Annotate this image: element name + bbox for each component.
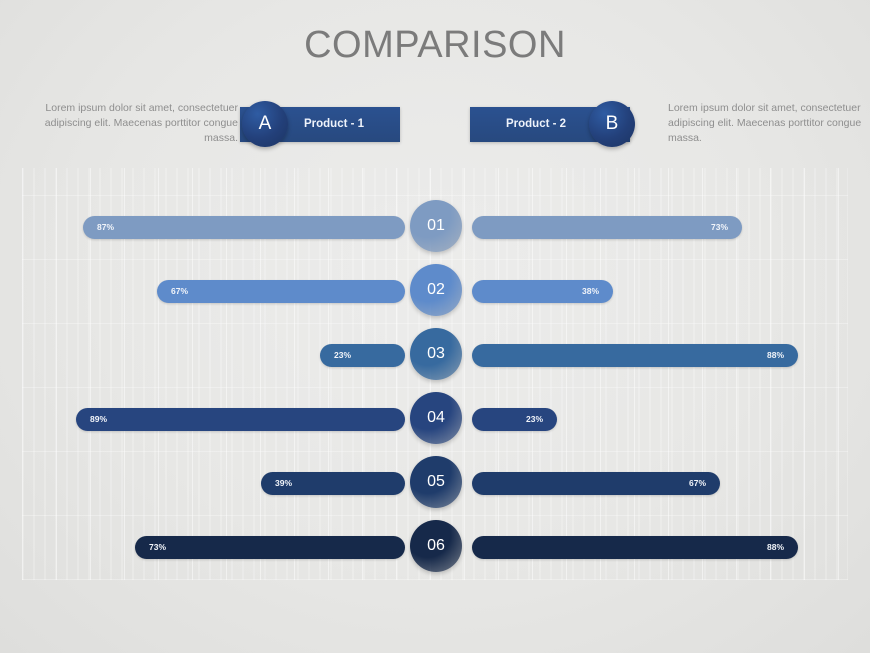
comparison-row: 87% 73% 01 [0, 200, 870, 264]
comparison-row: 73% 88% 06 [0, 520, 870, 584]
bar-right-value: 23% [525, 414, 543, 424]
comparison-row: 67% 38% 02 [0, 264, 870, 328]
bar-right[interactable]: 38% [472, 280, 613, 303]
comparison-row: 23% 88% 03 [0, 328, 870, 392]
legend-left-description: Lorem ipsum dolor sit amet, consectetuer… [44, 102, 238, 144]
bar-left-value: 67% [171, 286, 189, 296]
bar-left[interactable]: 23% [320, 344, 405, 367]
legend-right-description: Lorem ipsum dolor sit amet, consectetuer… [668, 102, 862, 144]
bar-left-value: 73% [149, 542, 167, 552]
bar-right-value: 38% [581, 286, 599, 296]
bar-left-value: 23% [334, 350, 352, 360]
row-number-node: 02 [410, 264, 462, 316]
row-number-node: 05 [410, 456, 462, 508]
row-number-node: 01 [410, 200, 462, 252]
bar-right[interactable]: 73% [472, 216, 742, 239]
row-number-node: 03 [410, 328, 462, 380]
bar-left[interactable]: 89% [76, 408, 405, 431]
bar-right-value: 88% [766, 350, 784, 360]
comparison-slide: COMPARISON Lorem ipsum dolor sit amet, c… [0, 0, 870, 653]
bar-right-value: 67% [688, 478, 706, 488]
row-number-node: 04 [410, 392, 462, 444]
bar-left-value: 39% [275, 478, 293, 488]
page-title: COMPARISON [304, 24, 566, 66]
legend-right-badge: B [589, 101, 635, 147]
comparison-row: 39% 67% 05 [0, 456, 870, 520]
bar-right[interactable]: 88% [472, 344, 798, 367]
bar-left[interactable]: 39% [261, 472, 405, 495]
comparison-rows: 87% 73% 01 67% 38% 02 23% 88% 03 89% 23% 04 39% 67% 05… [0, 200, 870, 584]
bar-right[interactable]: 88% [472, 536, 798, 559]
legend-left-badge: A [242, 101, 288, 147]
bar-left-value: 87% [97, 222, 115, 232]
bar-right[interactable]: 23% [472, 408, 557, 431]
bar-left[interactable]: 67% [157, 280, 405, 303]
bar-right-value: 73% [710, 222, 728, 232]
bar-left[interactable]: 87% [83, 216, 405, 239]
row-number-node: 06 [410, 520, 462, 572]
bar-left-value: 89% [90, 414, 108, 424]
bar-right-value: 88% [766, 542, 784, 552]
bar-right[interactable]: 67% [472, 472, 720, 495]
comparison-row: 89% 23% 04 [0, 392, 870, 456]
bar-left[interactable]: 73% [135, 536, 405, 559]
